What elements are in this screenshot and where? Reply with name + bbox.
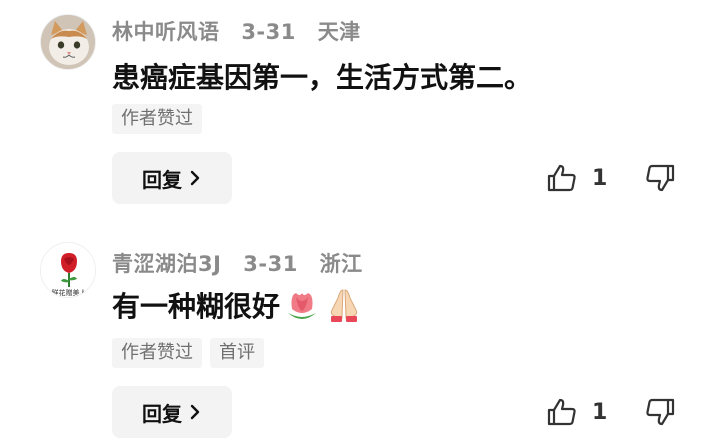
folded-hands-emoji-icon [330,289,358,322]
like-button[interactable]: 1 [546,162,607,194]
comment-date: 3-31 [241,20,296,44]
like-button[interactable]: 1 [546,396,607,428]
avatar[interactable] [40,14,96,70]
comment-item: 鲜花赠美人 青涩湖泊3J 3-31 浙江 有一种糊很好 作者赞过 首评 回复 1 [0,228,720,446]
comment-meta: 林中听风语 3-31 天津 [112,16,375,46]
reply-button[interactable]: 回复 [112,386,232,438]
thumbs-up-icon [547,164,576,192]
first-comment-tag: 首评 [210,338,264,368]
comment-item: 林中听风语 3-31 天津 患癌症基因第一，生活方式第二。 作者赞过 回复 1 [0,0,720,220]
comment-text: 有一种糊很好 [112,290,281,323]
avatar-caption: 鲜花赠美人 [52,288,87,297]
dislike-button[interactable] [644,396,676,432]
tulip-emoji-icon [288,293,317,319]
like-count: 1 [592,165,608,191]
avatar[interactable]: 鲜花赠美人 [40,242,96,298]
chevron-right-icon [190,170,200,186]
thumbs-down-icon [646,398,675,426]
comment-location: 浙江 [319,252,363,276]
thumbs-down-icon [646,164,675,192]
comment-text: 患癌症基因第一，生活方式第二。 [112,61,533,94]
reply-label: 回复 [142,167,182,192]
reply-button[interactable]: 回复 [112,152,232,204]
comment-content: 有一种糊很好 [112,285,364,325]
thumbs-up-icon [547,398,576,426]
comment-meta: 青涩湖泊3J 3-31 浙江 [112,248,377,278]
comment-location: 天津 [317,20,361,44]
tag-list: 作者赞过 [112,104,202,134]
like-count: 1 [592,399,608,425]
dislike-button[interactable] [644,162,676,198]
comment-date: 3-31 [243,252,298,276]
author-liked-tag: 作者赞过 [112,338,202,368]
cat-avatar-icon [41,15,95,69]
username[interactable]: 林中听风语 [112,20,220,44]
rose-avatar-icon: 鲜花赠美人 [41,243,95,297]
username[interactable]: 青涩湖泊3J [112,252,221,276]
chevron-right-icon [190,404,200,420]
author-liked-tag: 作者赞过 [112,104,202,134]
reply-label: 回复 [142,401,182,426]
tag-list: 作者赞过 首评 [112,338,264,368]
